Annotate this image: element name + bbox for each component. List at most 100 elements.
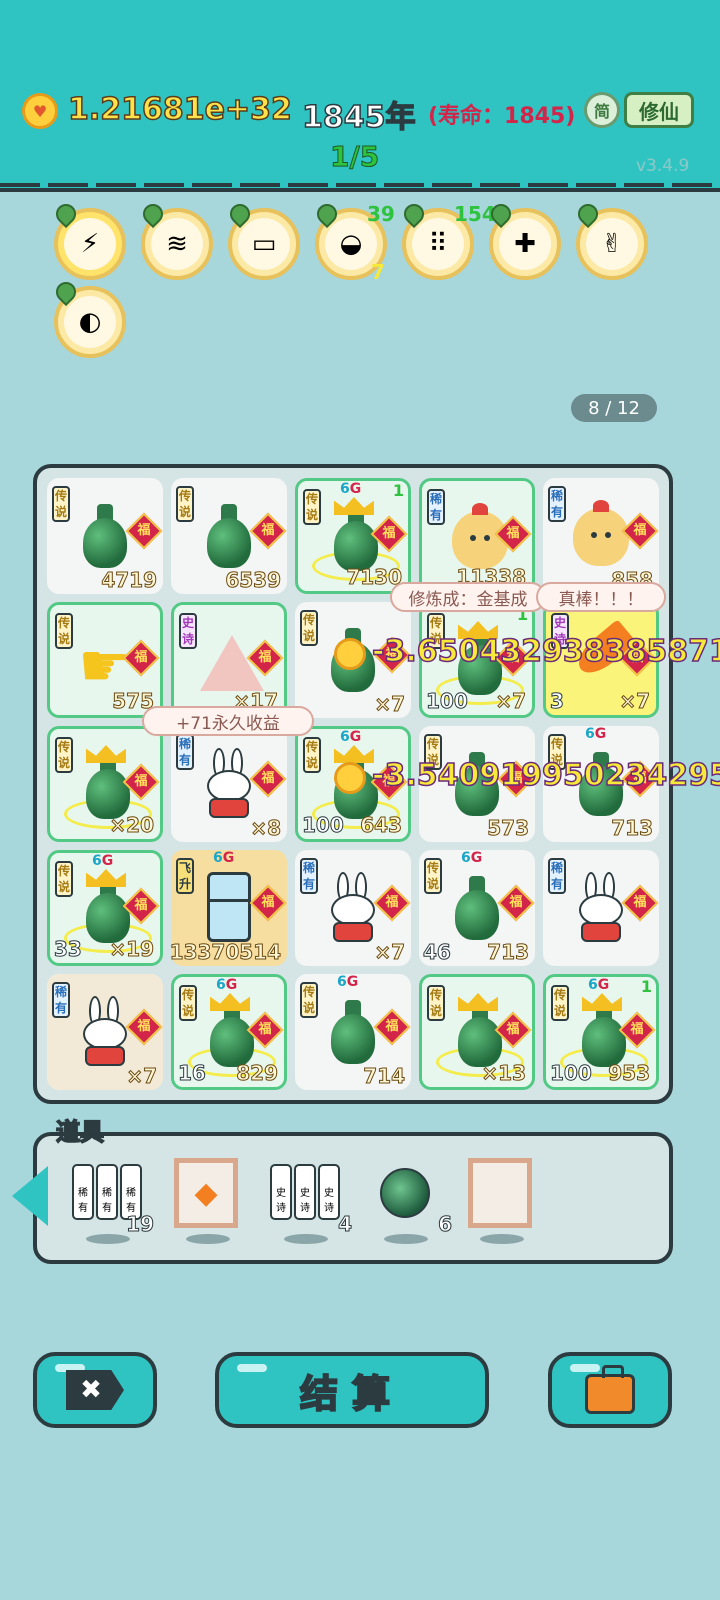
board-tile[interactable]: 传说福 ×13 <box>419 974 535 1090</box>
buff-bottom-count: 7 <box>371 260 385 284</box>
board-tile[interactable]: 传说福 6G 713 46 <box>419 850 535 966</box>
board-tile[interactable]: 飞升福 6G 13370514 <box>169 850 287 966</box>
rarity-tag: 稀有 <box>548 858 566 894</box>
prop-slot[interactable]: 6 <box>370 1158 452 1244</box>
chick-egg-icon: ◐ <box>64 296 116 348</box>
rarity-tag: 传说 <box>52 486 70 522</box>
simplified-toggle-button[interactable]: 简 <box>584 92 620 128</box>
jade-vase-icon <box>83 504 127 568</box>
tile-value: 573 <box>487 816 530 841</box>
6g-badge: 6G <box>216 977 238 993</box>
jade-vase-icon <box>458 1003 502 1067</box>
buff-slot[interactable]: ✚ <box>486 199 561 280</box>
crown-icon <box>334 497 374 515</box>
buff-slot[interactable]: ✌ <box>573 199 648 280</box>
money-value: 1.21681e+32 <box>67 91 292 128</box>
tile-value: ×7 <box>495 689 527 714</box>
board-tile[interactable]: 史诗福 ×17 <box>171 602 287 718</box>
board-tile[interactable]: 传说福 6G 1 953 100 <box>543 974 659 1090</box>
tile-level: 33 <box>54 937 83 962</box>
board-tile[interactable]: 传说福 4719 <box>47 478 163 594</box>
rarity-tag: 传说 <box>176 486 194 522</box>
rarity-tag: 传说 <box>424 858 442 894</box>
jade-vase-icon <box>455 876 499 940</box>
bunny-icon <box>203 748 255 820</box>
cultivate-bubble: 修炼成：金基成 <box>390 582 546 612</box>
tile-value: 713 <box>611 816 654 841</box>
rarity-tag: 稀有 <box>548 486 566 522</box>
prop-slot[interactable] <box>466 1158 536 1244</box>
tile-value: 6539 <box>225 568 282 593</box>
prop-shadow <box>86 1234 130 1244</box>
jade-vase-icon <box>331 1000 375 1064</box>
tile-value: 829 <box>236 1061 279 1086</box>
bunny-icon <box>79 996 131 1068</box>
buff-slot[interactable]: ⠿ 1548 <box>399 199 510 280</box>
fortune-badge-icon: 福 <box>249 760 287 798</box>
buff-top-count: 39 <box>367 202 395 226</box>
float-value-1: -3.6504329383858715 <box>371 633 720 670</box>
chick-icon <box>452 503 508 569</box>
tile-value: ×13 <box>481 1061 527 1086</box>
prop-shadow <box>384 1234 428 1244</box>
fortune-badge-icon: 福 <box>125 1008 163 1046</box>
tile-value: ×7 <box>126 1064 158 1089</box>
board-tile[interactable]: 稀有福 11338 <box>419 478 535 594</box>
board-tile[interactable]: 传说福 6G 829 16 <box>171 974 287 1090</box>
xiuxian-button[interactable]: 修仙 <box>624 92 694 128</box>
crown-icon <box>86 869 126 887</box>
fortune-badge-icon: 福 <box>621 884 659 922</box>
board-tile[interactable]: 传说福 6539 <box>171 478 287 594</box>
settle-label: 结算 <box>299 1371 404 1417</box>
green-orb-icon <box>380 1168 430 1218</box>
rarity-tag: 传说 <box>179 985 197 1021</box>
prop-slot[interactable]: 史诗 史诗 史诗 4 <box>270 1158 352 1244</box>
chevron-left-icon[interactable] <box>12 1166 48 1226</box>
jade-vase-icon <box>86 755 130 819</box>
empty-frame-icon <box>468 1158 532 1228</box>
rarity-tag: 传说 <box>303 737 321 773</box>
6g-badge: 6G <box>337 974 359 990</box>
board-tile[interactable]: 稀有福 858 <box>543 478 659 594</box>
prop-slot[interactable]: ◆ <box>172 1158 242 1244</box>
prop-slot[interactable]: 稀有 稀有 稀有 19 <box>72 1158 154 1244</box>
buff-slot[interactable]: ◒ 39 7 <box>312 199 395 284</box>
tissue-box-icon: ▭ <box>238 218 290 270</box>
6g-badge: 6G <box>92 853 114 869</box>
crown-icon <box>582 993 622 1011</box>
fridge-icon <box>207 872 251 942</box>
bag-button[interactable] <box>548 1352 672 1428</box>
fortune-badge-icon: 福 <box>249 512 287 550</box>
buff-slot[interactable]: ⚡ <box>51 199 126 280</box>
rarity-tag: 传说 <box>300 982 318 1018</box>
rarity-tag: 稀有 <box>427 489 445 525</box>
board-tile[interactable]: 传说福 ×20 <box>47 726 163 842</box>
cancel-button[interactable]: ✖ <box>33 1352 157 1428</box>
board-tile[interactable]: 稀有福 ×7 <box>295 850 411 966</box>
jade-vase-icon <box>86 879 130 943</box>
tile-value: 4719 <box>101 568 158 593</box>
float-value-2: -3.5409199502342953 <box>371 757 720 794</box>
chick-icon <box>573 500 629 566</box>
fortune-badge-icon: 福 <box>373 1008 411 1046</box>
board-tile[interactable]: 传说福 6G 714 <box>295 974 411 1090</box>
rarity-tag: 稀有 <box>176 734 194 770</box>
board-tile[interactable]: 稀有福 ×7 <box>47 974 163 1090</box>
rarity-tag: 传说 <box>551 985 569 1021</box>
great-bubble: 真棒！！！ <box>536 582 666 612</box>
tile-level: 3 <box>550 689 565 714</box>
tile-level: 100 <box>426 689 469 714</box>
board-tile[interactable]: 稀有福 ×8 <box>171 726 287 842</box>
settle-button[interactable]: 结算 <box>215 1352 489 1428</box>
board-tile[interactable]: 稀有福 <box>543 850 659 966</box>
buff-slot[interactable]: ◐ <box>51 277 126 358</box>
buff-slot[interactable]: ▭ <box>225 199 300 280</box>
tile-corner-count: 1 <box>392 481 404 500</box>
board-tile[interactable]: ☛ 传说福 575 <box>47 602 163 718</box>
board-tile[interactable]: 传说福 6G 1 7130 <box>295 478 411 594</box>
fortune-badge-icon: 福 <box>125 512 163 550</box>
tile-value: ×7 <box>619 689 651 714</box>
buff-slot[interactable]: ≋ <box>138 199 213 280</box>
board-tile[interactable]: 传说福 6G ×19 33 <box>47 850 163 966</box>
crown-icon <box>334 745 374 763</box>
